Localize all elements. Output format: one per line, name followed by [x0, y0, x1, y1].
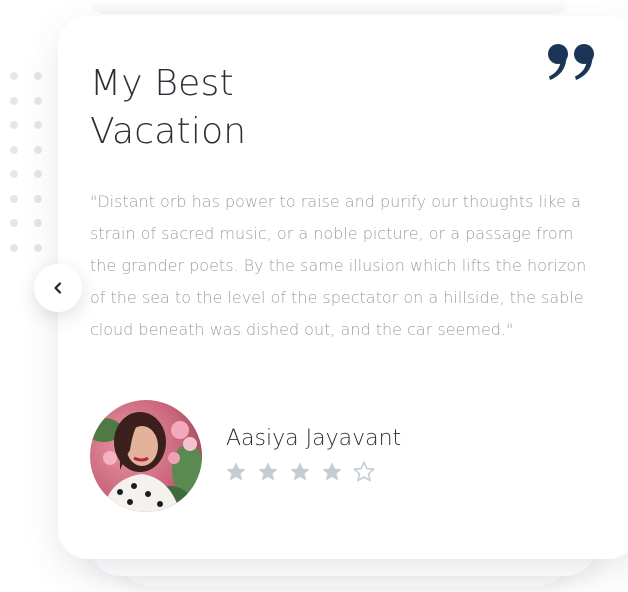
card-stack-top-edge: [90, 0, 568, 14]
decorative-dot: [34, 72, 42, 80]
title-line-1: My Best: [90, 63, 234, 104]
star-rating: [224, 460, 376, 488]
star-filled-icon: [290, 462, 310, 481]
title-line-2: Vacation: [90, 111, 247, 152]
testimonial-section: My Best Vacation "Distant orb has power …: [0, 0, 628, 592]
star-filled-icon: [322, 462, 342, 481]
decorative-dot: [34, 121, 42, 129]
decorative-dot: [34, 243, 42, 252]
decorative-dot: [10, 96, 18, 105]
quote-marks-icon: [548, 44, 594, 80]
star-empty-icon: [353, 461, 375, 482]
decorative-dot: [10, 170, 18, 178]
decorative-dot: [10, 72, 18, 80]
testimonial-quote: "Distant orb has power to raise and puri…: [90, 192, 587, 339]
decorative-dot: [10, 194, 18, 203]
decorative-dot: [10, 145, 18, 154]
testimonial-card: My Best Vacation "Distant orb has power …: [58, 16, 628, 559]
dot-pattern-decoration: [10, 72, 46, 252]
previous-testimonial-button[interactable]: [34, 264, 82, 312]
decorative-dot: [10, 121, 18, 129]
star-filled-icon: [258, 462, 278, 481]
decorative-dot: [10, 243, 18, 252]
author-avatar: [90, 400, 202, 512]
decorative-dot: [34, 145, 42, 154]
decorative-dot: [34, 170, 42, 178]
decorative-dot: [34, 96, 42, 105]
decorative-dot: [34, 194, 42, 203]
decorative-dot: [10, 219, 18, 227]
decorative-dot: [34, 219, 42, 227]
author-name: Aasiya Jayavant: [226, 426, 402, 451]
star-filled-icon: [226, 462, 246, 481]
chevron-left-icon: [54, 282, 62, 294]
testimonial-title: My Best Vacation: [90, 60, 350, 156]
